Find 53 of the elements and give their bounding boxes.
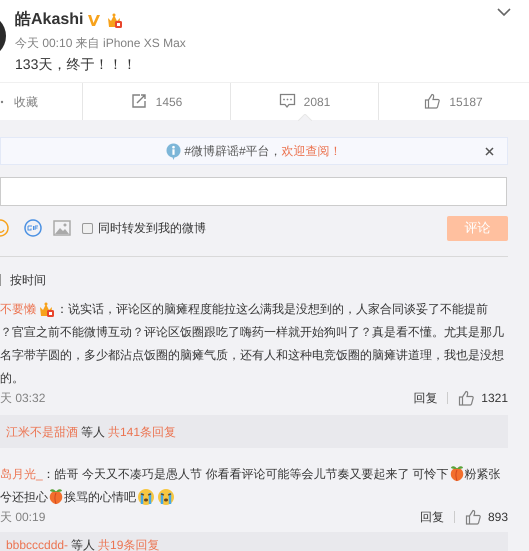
chevron-down-icon[interactable] xyxy=(496,7,512,17)
comment-text: 名字带芋圆的，多少都沾点饭圈的脑瘫气质，还有人和这种电竞饭圈的脑瘫讲道理，我也是没想 xyxy=(0,346,504,364)
comment-text: ？官宣之前不能微博互动？评论区饭圈跟吃了嗨药一样就开始狗叫了？真是看不懂。尤其是那几 xyxy=(0,324,504,340)
comment-time: 天 03:32 xyxy=(0,390,46,407)
sort-option[interactable]: 按时间 xyxy=(10,271,46,289)
thumbs-up-icon xyxy=(424,93,442,110)
action-button[interactable]: 2081 xyxy=(278,92,330,110)
post-text: 133天，终于！！！ xyxy=(15,55,136,74)
verified-icon xyxy=(87,12,102,28)
image-icon[interactable] xyxy=(53,220,71,236)
crown-badge-icon xyxy=(106,12,122,28)
comment-icon xyxy=(278,93,296,110)
thread-text: 等人 xyxy=(71,538,96,551)
action-button[interactable]: 收藏 xyxy=(0,92,38,110)
thumbs-up-icon xyxy=(458,390,476,406)
reply-link[interactable]: 回复 xyxy=(420,508,444,526)
checkbox[interactable] xyxy=(82,222,93,234)
thread-text: 等人 xyxy=(81,424,105,438)
post-meta: 今天 00:10 来自 iPhone XS Max xyxy=(15,35,186,52)
user-link[interactable]: bbbcccddd- xyxy=(6,538,68,551)
crown-badge-icon xyxy=(38,300,54,316)
like-button[interactable]: 893 xyxy=(464,508,508,526)
user-link[interactable]: 不要懒 xyxy=(0,300,36,318)
reply-link[interactable]: 回复 xyxy=(413,389,438,407)
info-icon xyxy=(166,142,182,160)
gif-icon[interactable] xyxy=(24,219,42,237)
comment-input[interactable] xyxy=(0,177,507,206)
comment-text: 挨骂的心情吧 xyxy=(64,488,136,506)
comment-text: ：皓哥 今天又不凑巧是愚人节 你看看评论可能等会儿节奏又要起来了 可怜下 xyxy=(42,466,449,482)
crying-emoji-icon xyxy=(137,488,155,506)
reply-count-link[interactable]: 共141条回复 xyxy=(108,424,176,438)
close-icon[interactable] xyxy=(485,147,494,156)
like-button[interactable]: 1321 xyxy=(458,389,508,407)
comment-text: ：说实话，评论区的脑瘫程度能拉这么满我是没想到的，人家合同谈妥了不能提前 xyxy=(56,300,488,318)
share-icon xyxy=(130,93,148,110)
action-button[interactable]: 1456 xyxy=(130,92,182,110)
comment-text: 兮还担心 xyxy=(0,488,48,506)
notice-text: #微博辟谣#平台， xyxy=(184,143,282,160)
comment-text: 粉紧张 xyxy=(464,466,501,482)
comment-time: 天 00:19 xyxy=(0,509,46,526)
author-name[interactable]: 皓Akashi xyxy=(15,8,84,32)
smiley-icon[interactable] xyxy=(0,219,10,237)
peach-emoji-icon xyxy=(448,465,465,482)
action-button[interactable]: 15187 xyxy=(424,92,483,110)
crying-emoji-icon xyxy=(157,488,175,506)
comment-text: 的。 xyxy=(0,370,24,386)
user-link[interactable]: 岛月光_ xyxy=(0,464,43,482)
user-link[interactable]: 江米不是甜酒 xyxy=(6,424,78,438)
peach-emoji-icon xyxy=(48,488,64,505)
checkbox-label[interactable]: 同时转发到我的微博 xyxy=(98,219,206,237)
thumbs-up-icon xyxy=(464,508,482,526)
notice-link[interactable]: 欢迎查阅！ xyxy=(282,142,342,160)
reply-count-link[interactable]: 共19条回复 xyxy=(98,538,160,551)
